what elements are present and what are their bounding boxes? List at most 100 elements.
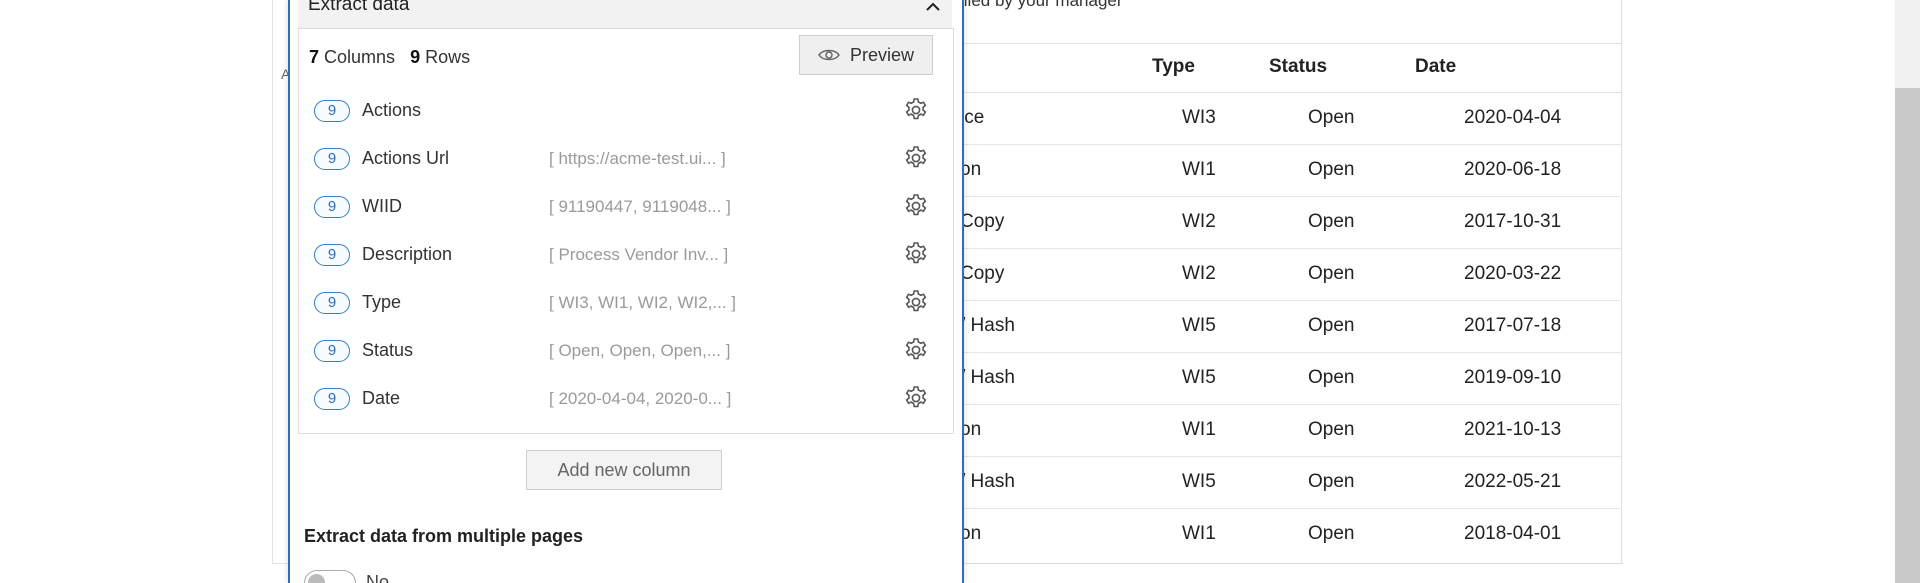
count-badge: 9 [314, 244, 350, 266]
cell-type: WI1 [1182, 523, 1216, 544]
cell-status: Open [1308, 419, 1355, 440]
cell-type: WI2 [1182, 211, 1216, 232]
cell-type: WI1 [1182, 159, 1216, 180]
gear-icon[interactable] [903, 193, 929, 219]
column-header-type[interactable]: Type [1152, 56, 1195, 78]
column-name: Actions [362, 100, 422, 120]
column-item[interactable]: 9 Type [ WI3, WI1, WI2, WI2,... ] [299, 284, 953, 324]
screen: A illed by your manager Type Status Date… [0, 0, 1920, 583]
row-divider [960, 404, 1621, 405]
column-preview: [ 91190447, 9119048... ] [549, 197, 731, 216]
panel-header[interactable]: Extract data [298, 0, 952, 28]
cell-date: 2017-07-18 [1464, 315, 1562, 336]
column-header-status[interactable]: Status [1269, 56, 1327, 78]
cell-date: 2018-04-01 [1464, 523, 1562, 544]
cell-date: 2020-04-04 [1464, 107, 1562, 128]
column-preview: [ Process Vendor Inv... ] [549, 245, 729, 264]
cell-description: / Hash [960, 471, 1015, 492]
cell-date: 2020-03-22 [1464, 263, 1562, 284]
cell-status: Open [1308, 367, 1355, 388]
multi-page-toggle[interactable] [304, 570, 356, 583]
cell-type: WI5 [1182, 471, 1216, 492]
left-edge-mark: A [281, 66, 291, 82]
cell-type: WI3 [1182, 107, 1216, 128]
column-item[interactable]: 9 Status [ Open, Open, Open,... ] [299, 332, 953, 372]
cell-type: WI5 [1182, 367, 1216, 388]
column-preview: [ 2020-04-04, 2020-0... ] [549, 389, 732, 408]
count-badge: 9 [314, 292, 350, 314]
card-divider [960, 43, 1621, 44]
columns-label: Columns [324, 47, 396, 67]
cell-date: 2021-10-13 [1464, 419, 1562, 440]
rows-count: 9 [410, 47, 421, 67]
gear-icon[interactable] [903, 97, 929, 123]
columns-count: 7 [309, 47, 320, 67]
row-divider [960, 248, 1621, 249]
columns-rows-count: 7 Columns 9 Rows [309, 47, 470, 68]
cell-date: 2019-09-10 [1464, 367, 1562, 388]
row-divider [960, 508, 1621, 509]
cell-status: Open [1308, 263, 1355, 284]
row-divider [960, 300, 1621, 301]
column-name: Type [362, 292, 402, 312]
cell-status: Open [1308, 107, 1355, 128]
gear-icon[interactable] [903, 289, 929, 315]
gear-icon[interactable] [903, 337, 929, 363]
preview-button[interactable]: Preview [799, 35, 933, 75]
toggle-knob [308, 574, 325, 583]
row-divider [960, 352, 1621, 353]
count-badge: 9 [314, 196, 350, 218]
count-badge: 9 [314, 340, 350, 362]
column-name: Description [362, 244, 453, 264]
manager-hint-text: illed by your manager [960, 0, 1123, 10]
cell-status: Open [1308, 523, 1355, 544]
column-preview: [ Open, Open, Open,... ] [549, 341, 731, 360]
count-badge: 9 [314, 148, 350, 170]
column-name: WIID [362, 196, 402, 216]
cell-type: WI1 [1182, 419, 1216, 440]
cell-status: Open [1308, 159, 1355, 180]
rows-label: Rows [425, 47, 471, 67]
cell-description: Copy [960, 263, 1005, 284]
header-divider [960, 92, 1621, 93]
column-header-date[interactable]: Date [1415, 56, 1456, 78]
cell-description: Copy [960, 211, 1005, 232]
column-item[interactable]: 9 Actions Url [ https://acme-test.ui... … [299, 140, 953, 180]
multi-page-toggle-label: No [366, 572, 390, 583]
cell-date: 2017-10-31 [1464, 211, 1562, 232]
column-preview: [ https://acme-test.ui... ] [549, 149, 726, 168]
cell-description: / Hash [960, 315, 1015, 336]
add-new-column-button[interactable]: Add new column [526, 450, 722, 490]
panel-title: Extract data [308, 0, 410, 15]
column-item[interactable]: 9 WIID [ 91190447, 9119048... ] [299, 188, 953, 228]
gear-icon[interactable] [903, 241, 929, 267]
columns-box: 7 Columns 9 Rows Preview 9 Actions 9 Act… [298, 28, 954, 434]
row-divider [960, 144, 1621, 145]
count-badge: 9 [314, 388, 350, 410]
cell-description: / Hash [960, 367, 1015, 388]
column-item[interactable]: 9 Actions [299, 92, 953, 132]
cell-type: WI2 [1182, 263, 1216, 284]
row-divider [960, 196, 1621, 197]
cell-date: 2020-06-18 [1464, 159, 1562, 180]
preview-label: Preview [849, 44, 915, 65]
extract-data-panel: Extract data 7 Columns 9 Rows Preview 9 … [288, 0, 964, 583]
cell-date: 2022-05-21 [1464, 471, 1562, 492]
cell-status: Open [1308, 211, 1355, 232]
count-badge: 9 [314, 100, 350, 122]
column-name: Status [362, 340, 414, 360]
cell-status: Open [1308, 315, 1355, 336]
scrollbar-thumb[interactable] [1895, 88, 1920, 583]
eye-icon [818, 49, 840, 61]
cell-type: WI5 [1182, 315, 1216, 336]
column-name: Date [362, 388, 401, 408]
chevron-up-icon[interactable] [924, 0, 942, 16]
multi-page-label: Extract data from multiple pages [304, 526, 584, 546]
gear-icon[interactable] [903, 145, 929, 171]
column-preview: [ WI3, WI1, WI2, WI2,... ] [549, 293, 737, 312]
gear-icon[interactable] [903, 385, 929, 411]
row-divider [960, 456, 1621, 457]
column-item[interactable]: 9 Description [ Process Vendor Inv... ] [299, 236, 953, 276]
column-name: Actions Url [362, 148, 450, 168]
column-item[interactable]: 9 Date [ 2020-04-04, 2020-0... ] [299, 380, 953, 420]
